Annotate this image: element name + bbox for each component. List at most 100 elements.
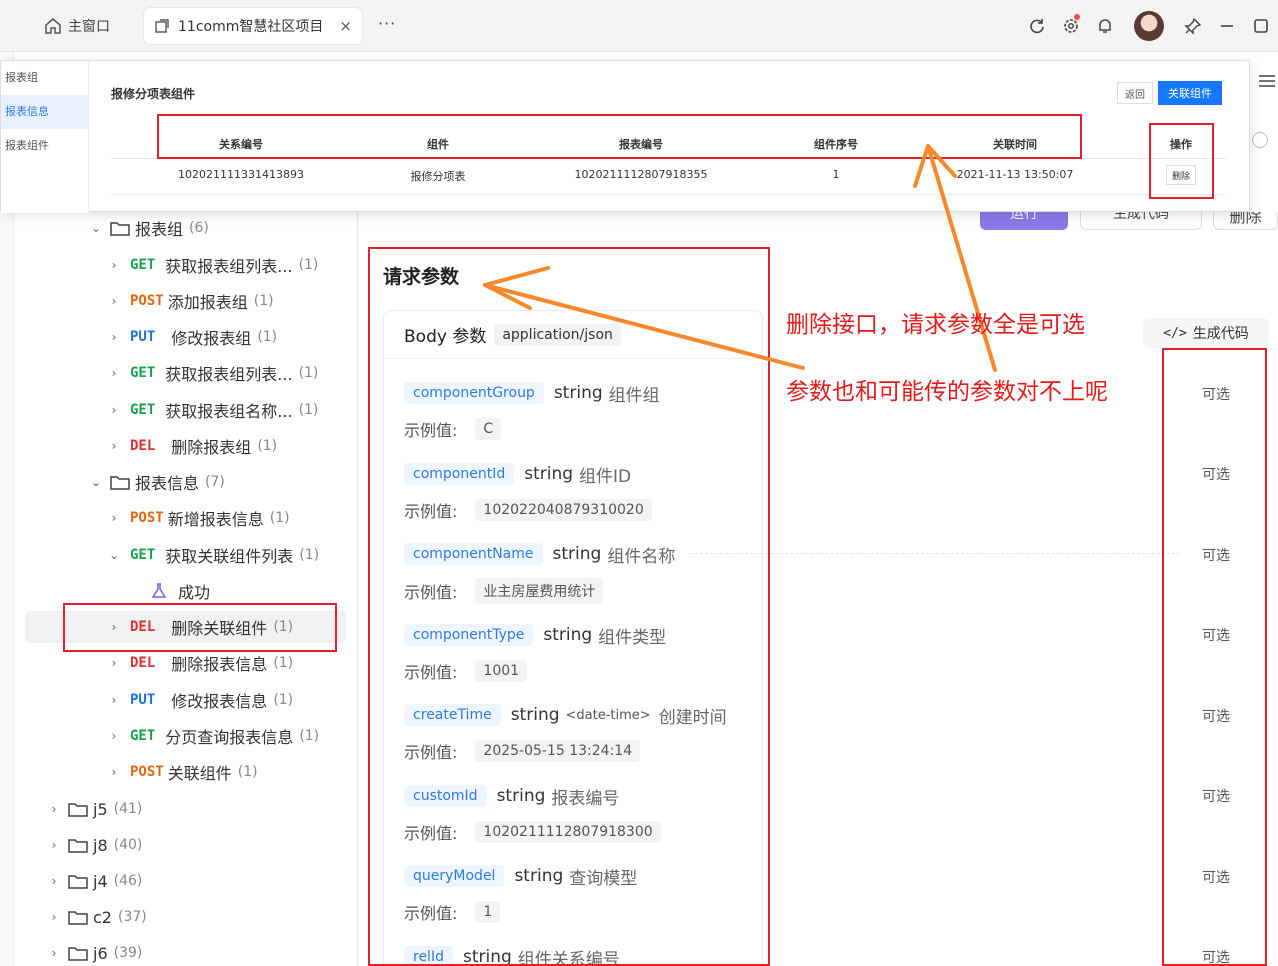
popup-nav-item[interactable]: 报表组件	[1, 129, 88, 163]
tree-item[interactable]: › GET 获取报表组列表... (1)	[14, 357, 358, 389]
tree-item-count: (1)	[273, 619, 294, 635]
folder-name: 报表组	[135, 220, 184, 239]
tree-item-count: (1)	[269, 510, 290, 526]
user-avatar[interactable]	[1134, 11, 1164, 41]
tree-item[interactable]: › POST 新增报表信息 (1)	[14, 502, 358, 534]
generate-code-button[interactable]: </> 生成代码	[1143, 318, 1269, 348]
column-header: 关系编号	[219, 138, 263, 151]
chevron-right-icon: ›	[111, 258, 117, 272]
param-name: createTime	[404, 704, 501, 726]
folder-name: j5	[93, 799, 108, 819]
tree-item[interactable]: ⌄ GET 获取关联组件列表 (1)	[14, 539, 358, 571]
param-name: componentName	[404, 543, 543, 565]
tree-item-label: 新增报表信息	[167, 510, 264, 529]
tree-item[interactable]: › DEL 删除报表组 (1)	[14, 430, 358, 462]
chevron-right-icon: ›	[51, 910, 57, 924]
popup-nav-item[interactable]: 报表组	[1, 61, 88, 95]
param-type: string	[553, 383, 603, 403]
chevron-right-icon: ›	[111, 656, 117, 670]
request-params-title: 请求参数	[383, 266, 460, 288]
maximize-icon[interactable]	[1244, 10, 1278, 42]
tree-item[interactable]: › POST 添加报表组 (1)	[14, 285, 358, 317]
folder-count: (46)	[113, 873, 143, 889]
more-tabs-icon[interactable]: ···	[378, 14, 396, 33]
refresh-icon[interactable]	[1020, 10, 1054, 42]
annotation-note: 删除接口，请求参数全是可选	[786, 312, 1085, 338]
param-name: customId	[404, 785, 487, 807]
popup-nav: 报表组 报表信息 报表组件	[1, 61, 89, 213]
method-badge: GET	[130, 402, 156, 418]
tree-folder[interactable]: › c2 (37)	[14, 901, 358, 933]
param-type: string	[552, 544, 602, 564]
tree-item-selected[interactable]: › DEL 删除关联组件 (1)	[25, 611, 346, 643]
tree-item-count: (1)	[298, 365, 319, 381]
tree-item[interactable]: › GET 分页查询报表信息 (1)	[14, 720, 358, 752]
settings-icon[interactable]	[1054, 10, 1088, 42]
tree-item[interactable]: › DEL 删除报表信息 (1)	[14, 647, 358, 679]
tree-folder-report-info[interactable]: ⌄ 报表信息 (7)	[14, 466, 358, 498]
tree-folder[interactable]: › j4 (46)	[14, 865, 358, 897]
content-type-badge: application/json	[494, 323, 621, 346]
param-name: queryModel	[404, 865, 505, 887]
tree-item[interactable]: › POST 关联组件 (1)	[14, 756, 358, 788]
link-icon	[155, 19, 169, 33]
menu-icon[interactable]	[1258, 74, 1276, 88]
close-tab-icon[interactable]: ×	[339, 17, 352, 35]
folder-name: 报表信息	[135, 474, 200, 493]
tree-folder[interactable]: › j6 (39)	[14, 937, 358, 966]
optional-label: 可选	[1202, 548, 1230, 564]
popup-nav-item-active[interactable]: 报表信息	[1, 95, 88, 129]
example-label: 示例值:	[404, 421, 458, 440]
tree-item[interactable]: › GET 获取报表组名称... (1)	[14, 394, 358, 426]
example-value: 1001	[475, 660, 528, 682]
example-label: 示例值:	[404, 743, 458, 762]
tree-folder[interactable]: › j8 (40)	[14, 829, 358, 861]
chevron-right-icon: ›	[111, 729, 117, 743]
folder-icon	[68, 875, 88, 889]
folder-icon	[68, 839, 88, 853]
tree-item-label: 成功	[178, 583, 211, 602]
minimize-icon[interactable]	[1210, 10, 1244, 42]
tree-item-success[interactable]: 成功	[14, 575, 358, 607]
chevron-right-icon: ›	[51, 874, 57, 888]
generate-code-label: 生成代码	[1192, 326, 1249, 342]
settings-ring-icon[interactable]	[1252, 132, 1268, 148]
home-tab[interactable]: 主窗口	[44, 14, 110, 38]
run-button-label: 运行	[1010, 212, 1038, 222]
link-component-button[interactable]: 关联组件	[1158, 81, 1222, 105]
example-value: C	[475, 418, 502, 440]
row-delete-button[interactable]: 删除	[1166, 165, 1196, 185]
run-button[interactable]: 运行	[980, 212, 1068, 230]
optional-label: 可选	[1202, 789, 1230, 805]
tree-item-label: 关联组件	[167, 764, 232, 783]
tree-item[interactable]: › GET 获取报表组列表... (1)	[14, 249, 358, 281]
generate-code-top-button[interactable]: 生成代码	[1080, 212, 1202, 230]
tree-item-count: (1)	[257, 329, 278, 345]
param-desc: 组件组	[608, 385, 660, 406]
chevron-down-icon: ⌄	[90, 475, 102, 489]
folder-icon	[68, 803, 88, 817]
delete-api-label: 删除	[1229, 212, 1262, 226]
tree-folder[interactable]: › j5 (41)	[14, 793, 358, 825]
param-type: string	[462, 947, 512, 966]
tree-item[interactable]: › PUT 修改报表信息 (1)	[14, 684, 358, 716]
tree-item-label: 删除关联组件	[171, 619, 268, 638]
back-button[interactable]: 返回	[1117, 82, 1153, 104]
method-badge: GET	[130, 547, 156, 563]
table-cell: 报修分项表	[410, 170, 466, 183]
chevron-down-icon: ⌄	[108, 548, 120, 562]
pin-icon[interactable]	[1176, 10, 1210, 42]
project-tab[interactable]: 11comm智慧社区项目 ×	[144, 8, 362, 44]
tree-item-label: 分页查询报表信息	[165, 728, 294, 747]
column-header: 报表编号	[619, 138, 663, 151]
bell-icon[interactable]	[1088, 10, 1122, 42]
folder-name: j4	[93, 871, 108, 891]
folder-count: (39)	[113, 945, 143, 961]
tree-item[interactable]: › PUT 修改报表组 (1)	[14, 321, 358, 353]
table-cell: 1020211112807918355	[574, 168, 708, 181]
column-header: 操作	[1170, 138, 1192, 151]
flask-icon	[151, 583, 167, 598]
example-value: 1	[475, 901, 501, 923]
delete-api-button[interactable]: 删除	[1213, 212, 1278, 230]
tree-folder-report-group[interactable]: ⌄ 报表组 (6)	[14, 212, 358, 244]
